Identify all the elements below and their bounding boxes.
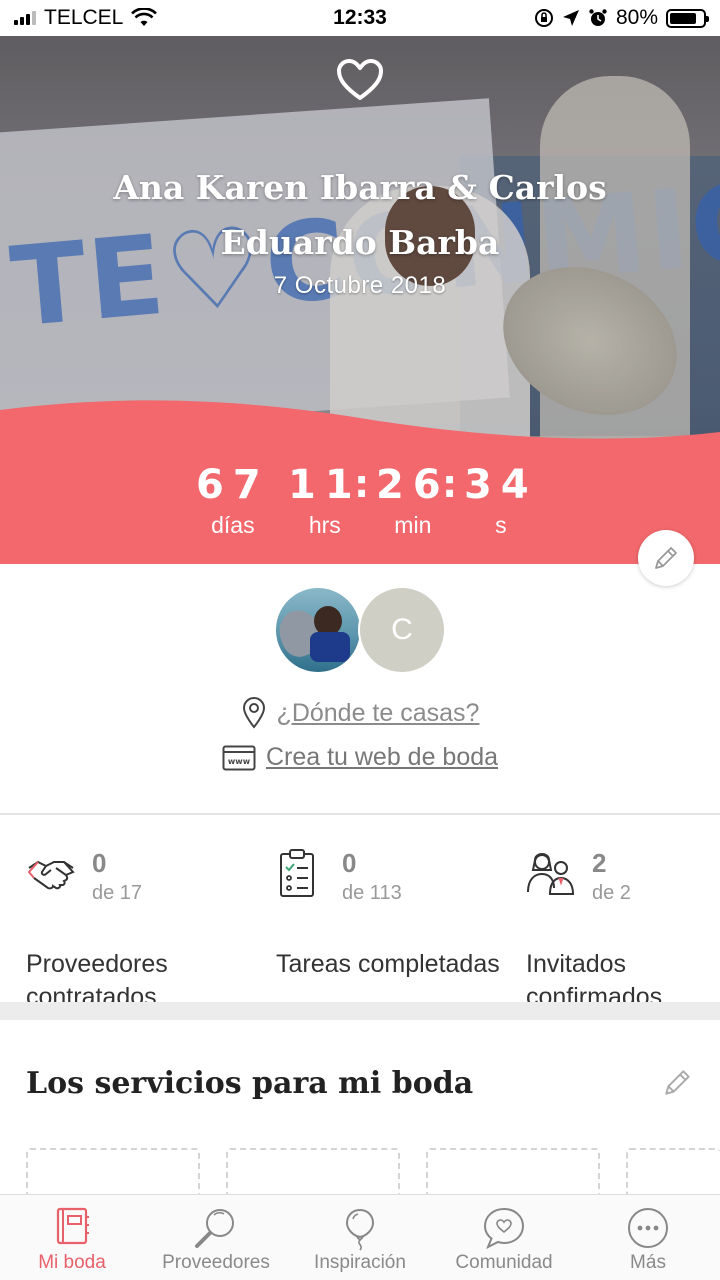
search-icon [195, 1209, 234, 1248]
location-icon [562, 10, 579, 26]
chat-heart-icon [483, 1207, 525, 1249]
tab-mi-boda-label: Mi boda [38, 1252, 106, 1273]
stat-tasks-total: de 113 [342, 882, 402, 904]
pencil-icon [655, 547, 677, 569]
notebook-icon [56, 1207, 89, 1245]
divider [0, 813, 720, 815]
web-row: www Crea tu web de boda [0, 743, 720, 772]
tab-mas[interactable]: Más [576, 1195, 720, 1280]
countdown-seconds: 34 s [464, 462, 538, 539]
countdown-colon: : [354, 462, 370, 506]
stat-guests-total: de 2 [592, 882, 631, 904]
status-bar: TELCEL 12:33 80% [0, 0, 720, 36]
countdown-seconds-value: 34 [464, 462, 538, 508]
wedding-date: 7 Octubre 2018 [273, 272, 447, 299]
countdown-days-label: días [211, 512, 255, 538]
battery-icon [666, 8, 709, 28]
carrier-name: TELCEL [44, 6, 124, 29]
countdown-minutes-value: 26 [376, 462, 450, 508]
alarm-icon [589, 9, 607, 26]
section-separator [0, 1002, 720, 1020]
stat-vendors-total: de 17 [92, 882, 143, 904]
avatar-bride[interactable] [274, 586, 362, 674]
countdown-seconds-label: s [495, 512, 507, 538]
countdown-days-value: 67 [196, 462, 270, 508]
stat-vendors-count: 0 [92, 848, 107, 878]
stats-row: 0 de 17 Proveedores contratados 0 de 113… [0, 818, 720, 1011]
wifi-icon [131, 8, 158, 26]
countdown-hours-value: 11 [288, 462, 362, 508]
tab-proveedores-label: Proveedores [162, 1252, 270, 1273]
tab-bar: Mi boda Proveedores Inspiración Comunida… [0, 1194, 720, 1280]
edit-services-button[interactable] [662, 1066, 694, 1098]
edit-wedding-button[interactable] [638, 530, 694, 586]
status-left: TELCEL [14, 6, 158, 30]
stat-tasks-count: 0 [342, 848, 357, 878]
services-title: Los servicios para mi boda [26, 1066, 474, 1101]
hero-photo: TE♡CONMIGO Ana Karen Ibarra & Carlos Edu… [0, 36, 720, 564]
partner-initial: C [391, 613, 413, 646]
map-pin-icon [242, 697, 265, 729]
tab-mi-boda[interactable]: Mi boda [0, 1195, 144, 1280]
tab-comunidad-label: Comunidad [455, 1252, 553, 1273]
tab-proveedores[interactable]: Proveedores [144, 1195, 288, 1280]
guests-icon [527, 853, 575, 895]
signal-icon [14, 11, 36, 25]
svg-text:www: www [228, 757, 251, 766]
tab-inspiracion-label: Inspiración [314, 1252, 406, 1273]
handshake-icon [27, 860, 75, 890]
tab-comunidad[interactable]: Comunidad [432, 1195, 576, 1280]
couple-avatars: C [274, 586, 449, 676]
countdown-minutes-label: min [394, 512, 432, 538]
tab-inspiracion[interactable]: Inspiración [288, 1195, 432, 1280]
status-right: 80% [534, 6, 709, 30]
stat-guests-count: 2 [592, 848, 607, 878]
where-link[interactable]: ¿Dónde te casas? [277, 699, 480, 728]
tab-mas-label: Más [630, 1252, 666, 1273]
countdown-minutes: 26 min [376, 462, 450, 539]
balloon-icon [345, 1208, 375, 1251]
battery-percent: 80% [615, 6, 658, 29]
web-link[interactable]: Crea tu web de boda [266, 743, 498, 772]
where-row: ¿Dónde te casas? [0, 697, 720, 729]
heart-logo-icon [337, 59, 383, 100]
more-icon [628, 1208, 668, 1248]
countdown-hours: 11 hrs [288, 462, 362, 539]
countdown-hours-label: hrs [308, 512, 341, 538]
couple-name: Ana Karen Ibarra & Carlos Eduardo Barba [113, 168, 607, 262]
countdown-days: 67 días [196, 462, 270, 539]
web-browser-icon: www [222, 745, 256, 770]
checklist-icon [280, 849, 314, 897]
avatar-partner[interactable]: C [358, 586, 446, 674]
countdown-colon: : [442, 462, 458, 506]
rotation-lock-icon [534, 9, 553, 27]
stat-tasks-label: Tareas completadas [276, 950, 500, 978]
